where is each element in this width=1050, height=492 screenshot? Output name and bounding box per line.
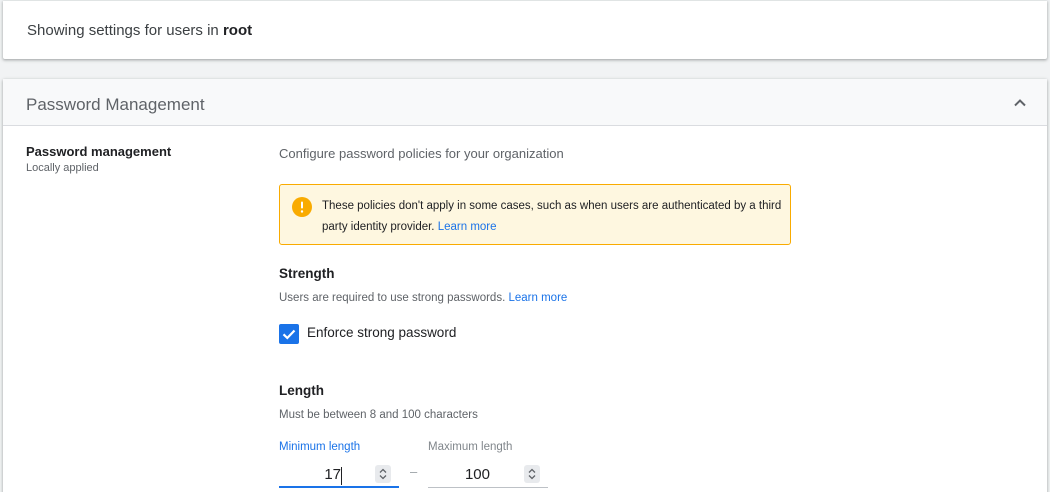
length-title: Length bbox=[279, 383, 324, 398]
minimum-length-input[interactable]: 17 bbox=[279, 460, 399, 488]
text-caret bbox=[341, 467, 342, 485]
minimum-length-underline bbox=[279, 486, 399, 488]
strength-title: Strength bbox=[279, 266, 335, 281]
minimum-length-stepper[interactable] bbox=[375, 465, 391, 483]
stepper-arrows-icon bbox=[528, 468, 536, 480]
maximum-length-underline bbox=[428, 487, 548, 488]
warning-icon bbox=[292, 197, 312, 217]
org-unit-scope-bar: Showing settings for users in root bbox=[3, 1, 1047, 59]
minimum-length-value: 17 bbox=[324, 466, 341, 483]
setting-status: Locally applied bbox=[26, 162, 99, 174]
maximum-length-stepper[interactable] bbox=[524, 465, 540, 483]
range-separator: – bbox=[410, 464, 418, 479]
enforce-strong-password-checkbox[interactable] bbox=[279, 324, 299, 344]
scope-text: Showing settings for users in root bbox=[27, 22, 252, 39]
notice-text: These policies don't apply in some cases… bbox=[322, 196, 782, 238]
password-management-panel: Password Management Password management … bbox=[3, 79, 1047, 492]
enforce-strong-password-label[interactable]: Enforce strong password bbox=[307, 325, 456, 340]
maximum-length-label: Maximum length bbox=[428, 441, 513, 453]
setting-name: Password management bbox=[26, 144, 172, 159]
strength-learn-more-link[interactable]: Learn more bbox=[508, 292, 567, 304]
notice-message: These policies don't apply in some cases… bbox=[322, 200, 782, 233]
minimum-length-label: Minimum length bbox=[279, 441, 361, 453]
stepper-arrows-icon bbox=[379, 468, 387, 480]
maximum-length-value: 100 bbox=[464, 466, 490, 483]
panel-header[interactable]: Password Management bbox=[3, 79, 1047, 126]
notice-learn-more-link[interactable]: Learn more bbox=[438, 221, 497, 233]
length-description: Must be between 8 and 100 characters bbox=[279, 409, 478, 421]
panel-title: Password Management bbox=[26, 95, 205, 114]
policy-notice: These policies don't apply in some cases… bbox=[279, 184, 791, 245]
chevron-up-icon[interactable] bbox=[1011, 94, 1029, 112]
org-unit-name: root bbox=[222, 22, 253, 39]
strength-description-text: Users are required to use strong passwor… bbox=[279, 292, 506, 304]
maximum-length-input[interactable]: 100 bbox=[428, 460, 548, 488]
scope-prefix: Showing settings for users in bbox=[27, 22, 219, 39]
setting-description: Configure password policies for your org… bbox=[279, 146, 564, 161]
strength-description: Users are required to use strong passwor… bbox=[279, 292, 567, 304]
checkmark-icon bbox=[282, 329, 296, 340]
